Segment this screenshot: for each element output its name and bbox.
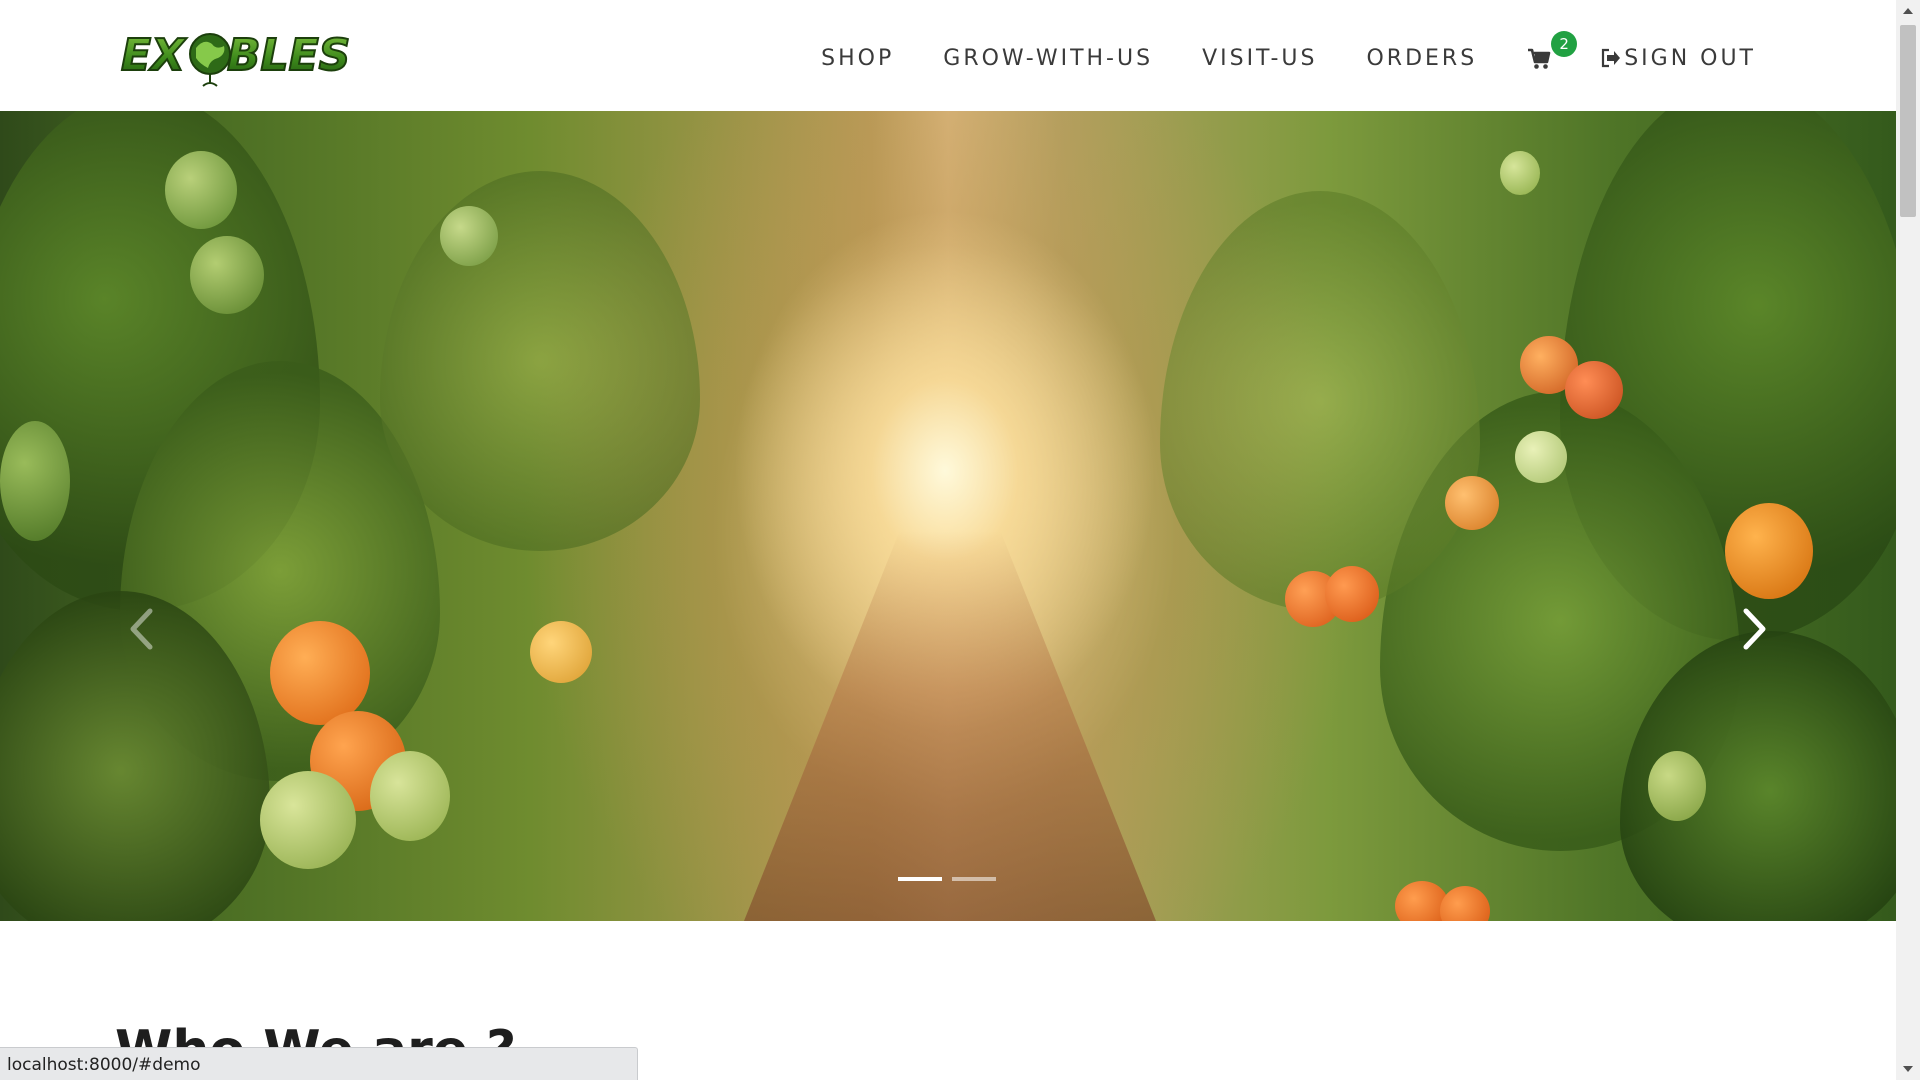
caret-down-icon — [1903, 1066, 1913, 1072]
tomato-decoration — [165, 151, 237, 229]
svg-text:BLES: BLES — [227, 30, 350, 81]
nav-orders[interactable]: ORDERS — [1366, 46, 1477, 71]
scroll-down-button[interactable] — [1896, 1058, 1920, 1080]
logo-image: EX BLES — [120, 29, 351, 87]
cart-button[interactable]: 2 — [1527, 31, 1578, 72]
tomato-decoration — [0, 421, 70, 541]
main-nav: SHOP GROW-WITH-US VISIT-US ORDERS 2 SIGN… — [821, 31, 1756, 78]
carousel-prev-button[interactable] — [124, 606, 160, 652]
tomato-decoration — [1725, 503, 1813, 599]
hero-carousel — [0, 111, 1896, 921]
cart-count-badge: 2 — [1551, 31, 1578, 57]
brand-logo[interactable]: EX BLES — [119, 24, 351, 90]
nav-visit-us[interactable]: VISIT-US — [1202, 46, 1317, 71]
chevron-left-icon — [130, 608, 153, 650]
tomato-decoration — [440, 206, 498, 266]
shopping-cart-icon — [1528, 48, 1551, 69]
tomato-decoration — [1500, 151, 1540, 195]
sign-out-icon — [1600, 47, 1622, 69]
tomato-decoration — [190, 236, 264, 314]
tomato-decoration — [270, 621, 370, 725]
browser-status-bar: localhost:8000/#demo — [0, 1047, 638, 1080]
page-scrollbar[interactable] — [1896, 0, 1920, 1080]
nav-shop[interactable]: SHOP — [821, 46, 894, 71]
carousel-indicators — [898, 877, 1006, 881]
tomato-decoration — [1565, 361, 1623, 419]
scrollbar-thumb[interactable] — [1900, 25, 1916, 217]
sign-out-link[interactable]: SIGN OUT — [1600, 46, 1756, 71]
carousel-next-button[interactable] — [1736, 606, 1772, 652]
tomato-decoration — [1445, 476, 1499, 530]
tomato-decoration — [1515, 431, 1567, 483]
top-navbar: EX BLES SHOP GROW-WITH-US VISIT-US ORDER… — [0, 0, 1896, 111]
tomato-decoration — [1648, 751, 1706, 821]
chevron-right-icon — [1743, 608, 1766, 650]
nav-grow-with-us[interactable]: GROW-WITH-US — [943, 46, 1153, 71]
tomato-decoration — [1325, 566, 1379, 622]
svg-text:EX: EX — [121, 30, 187, 81]
status-url: localhost:8000/#demo — [7, 1055, 201, 1075]
caret-up-icon — [1903, 8, 1913, 14]
tomato-decoration — [260, 771, 356, 869]
sign-out-label: SIGN OUT — [1624, 45, 1756, 71]
scroll-up-button[interactable] — [1896, 0, 1920, 22]
carousel-indicator-1[interactable] — [898, 877, 942, 881]
carousel-indicator-2[interactable] — [952, 877, 996, 881]
tomato-decoration — [370, 751, 450, 841]
tomato-decoration — [530, 621, 592, 683]
